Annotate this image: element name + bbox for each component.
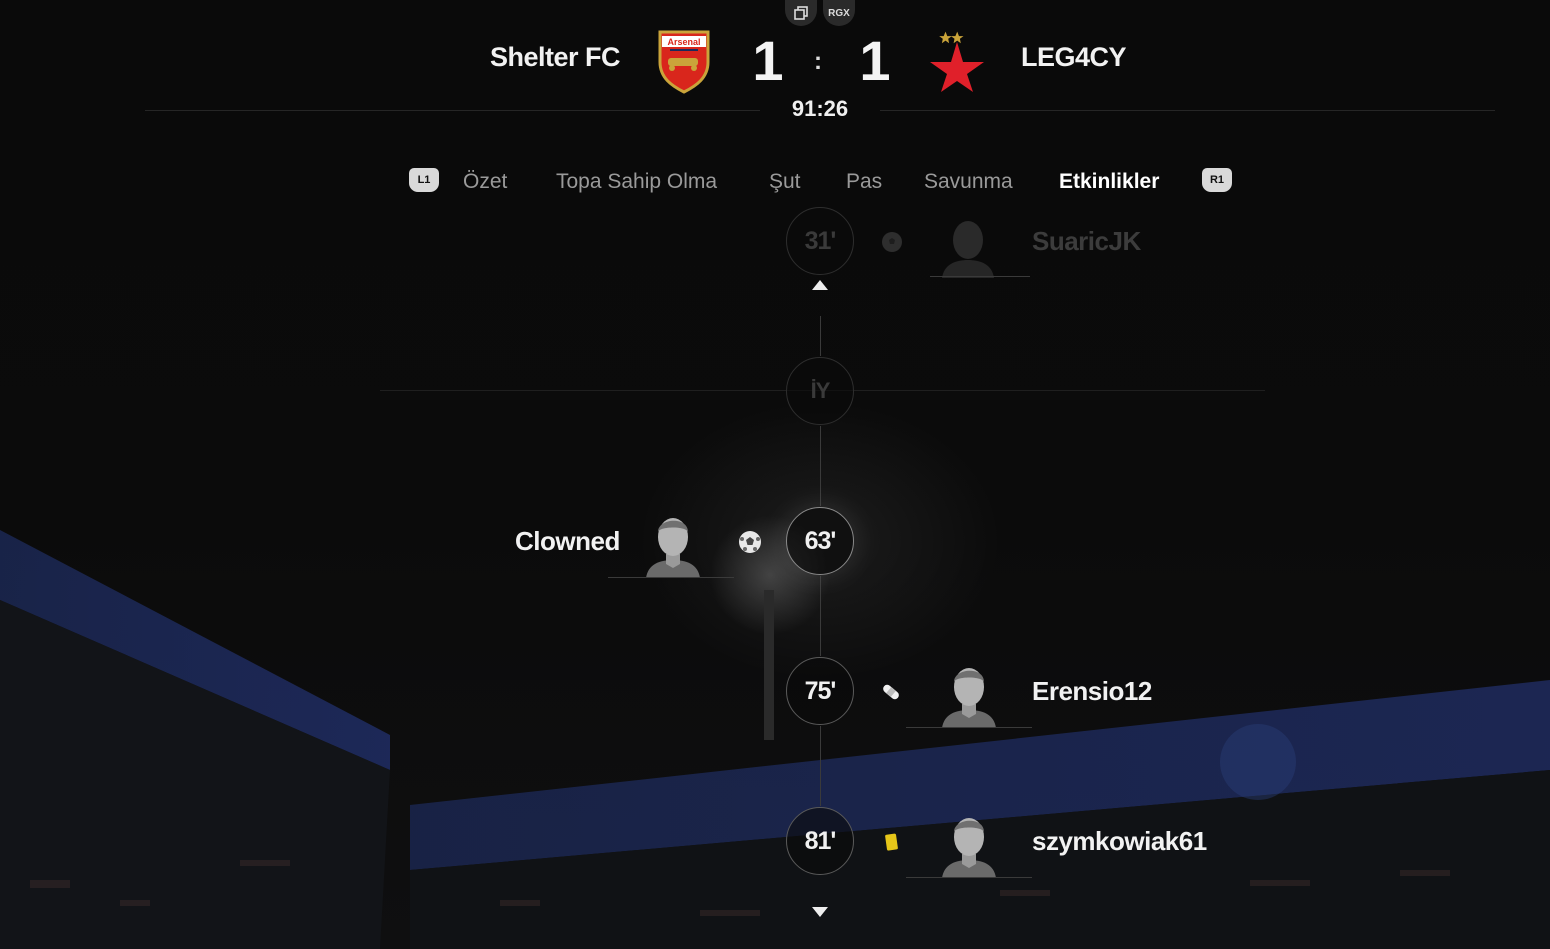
event-player-name: Erensio12 (1032, 676, 1152, 706)
match-clock: 91:26 (791, 96, 849, 121)
goal-ball-icon (739, 531, 761, 553)
score-separator: : (814, 48, 822, 75)
away-team-name: LEG4CY (1021, 42, 1127, 72)
half-time-marker: İY (786, 357, 854, 425)
player-avatar-icon (942, 818, 996, 878)
home-score: 1 (752, 29, 783, 92)
player-avatar-icon (646, 518, 700, 578)
timeline-line (820, 576, 821, 656)
player-underline (930, 276, 1030, 277)
event-minute: 31' (786, 207, 854, 275)
player-underline (608, 577, 734, 578)
home-team-crest-icon: Arsenal (658, 30, 710, 94)
scroll-down-arrow-icon[interactable] (812, 907, 828, 917)
l1-label: L1 (417, 174, 431, 186)
event-minute: 81' (786, 807, 854, 875)
injury-bandage-icon (883, 684, 899, 700)
event-player-name: SuaricJK (1032, 226, 1141, 256)
away-score: 1 (859, 29, 890, 92)
timeline-line (820, 426, 821, 506)
player-avatar-icon (942, 221, 994, 278)
scoreboard-divider-left (145, 110, 760, 111)
player-underline (906, 727, 1032, 728)
player-avatar-icon (942, 668, 996, 728)
rgx-label: RGX (828, 7, 850, 19)
event-player-name: Clowned (515, 526, 620, 556)
timeline-line (820, 726, 821, 806)
tab-savunma[interactable]: Savunma (924, 170, 1013, 194)
l1-button-icon[interactable]: L1 (409, 168, 439, 192)
event-minute: 75' (786, 657, 854, 725)
tab-topa-sahip-olma[interactable]: Topa Sahip Olma (556, 170, 717, 194)
tab-sut[interactable]: Şut (769, 170, 801, 194)
event-minute: 63' (786, 507, 854, 575)
tab-pas[interactable]: Pas (846, 170, 882, 194)
event-player-name: szymkowiak61 (1032, 826, 1207, 856)
copy-icon (794, 6, 808, 20)
home-crest-text: Arsenal (667, 37, 700, 47)
player-underline (906, 877, 1032, 878)
r1-button-icon[interactable]: R1 (1202, 168, 1232, 192)
scroll-up-arrow-icon[interactable] (812, 280, 828, 290)
tab-etkinlikler[interactable]: Etkinlikler (1059, 170, 1159, 194)
stadium-background (0, 515, 1550, 949)
timeline-line (820, 316, 821, 356)
home-team-name: Shelter FC (489, 42, 621, 72)
match-events-screen: RGX Shelter FC Arsenal 1 : 1 LEG4CY 91:2… (0, 0, 1550, 949)
tab-ozet[interactable]: Özet (463, 170, 507, 194)
yellow-card-icon (885, 833, 898, 851)
away-team-crest-icon (930, 31, 984, 92)
scoreboard-divider-right (880, 110, 1495, 111)
r1-label: R1 (1209, 174, 1225, 186)
goal-ball-icon (882, 232, 902, 252)
stats-tabs: L1 Özet Topa Sahip Olma Şut Pas Savunma … (0, 166, 1550, 200)
